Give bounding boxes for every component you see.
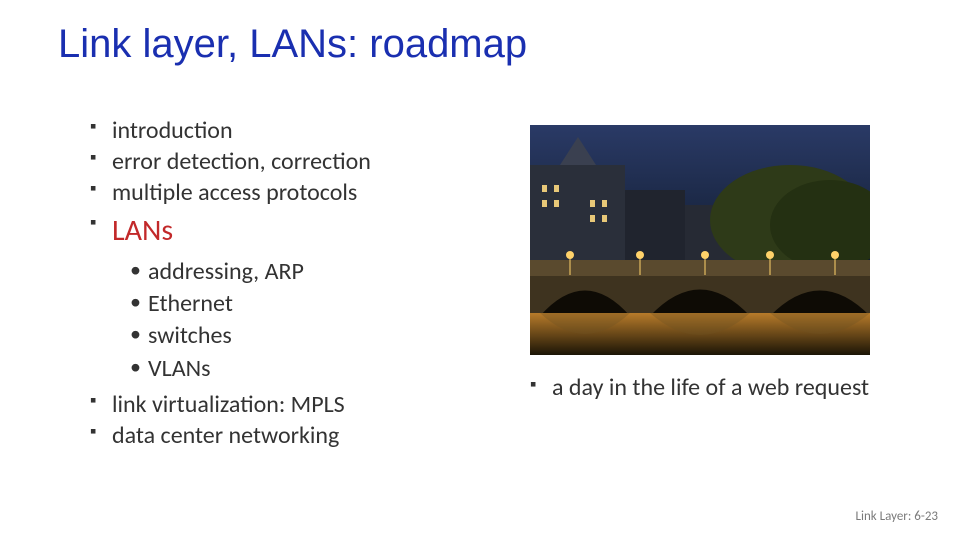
right-column: a day in the life of a web request	[520, 125, 930, 403]
sub-bullet-item: addressing, ARP	[130, 256, 490, 288]
top-bullet-list: introduction error detection, correction…	[90, 115, 490, 250]
left-column: introduction error detection, correction…	[90, 115, 490, 452]
right-bullet-list: a day in the life of a web request	[530, 373, 930, 403]
sub-bullet-list: addressing, ARP Ethernet switches VLANs	[130, 256, 490, 386]
bullet-item-current: LANs	[90, 211, 490, 250]
bullet-item: error detection, correction	[90, 146, 490, 177]
decorative-image	[530, 125, 870, 355]
tail-bullet-list: link virtualization: MPLS data center ne…	[90, 389, 490, 451]
sub-bullet-item: VLANs	[130, 353, 490, 385]
sub-bullet-item: switches	[130, 320, 490, 352]
sub-bullet-item: Ethernet	[130, 288, 490, 320]
bullet-item: data center networking	[90, 420, 490, 451]
bullet-item: introduction	[90, 115, 490, 146]
bridge-night-icon	[530, 125, 870, 355]
slide-footer: Link Layer: 6-23	[856, 509, 938, 524]
slide-title: Link layer, LANs: roadmap	[58, 22, 527, 67]
bullet-item: multiple access protocols	[90, 177, 490, 208]
bullet-item: link virtualization: MPLS	[90, 389, 490, 420]
slide: Link layer, LANs: roadmap introduction e…	[0, 0, 960, 540]
bullet-item: a day in the life of a web request	[530, 373, 930, 403]
